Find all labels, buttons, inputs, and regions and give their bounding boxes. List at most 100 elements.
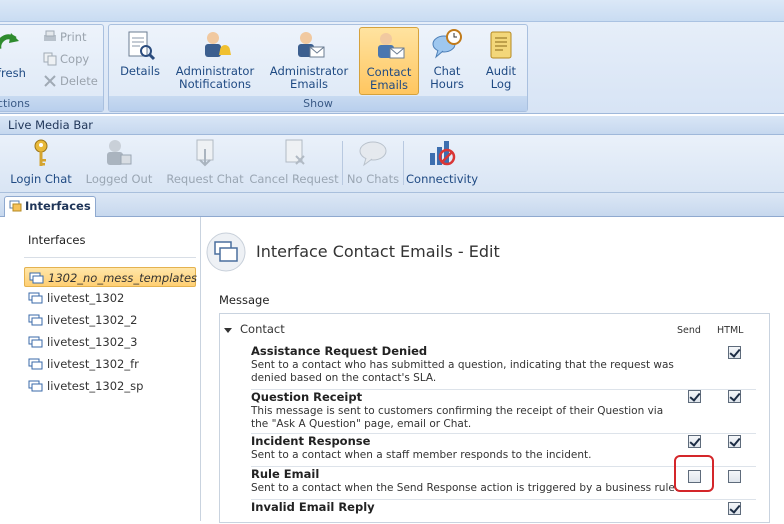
connectivity-icon (430, 141, 456, 166)
email-row: Question Receipt This message is sent to… (251, 390, 756, 434)
connectivity-button[interactable]: Connectivity (406, 137, 479, 191)
tab-strip: Interfaces (0, 193, 784, 217)
delete-label: Delete (60, 74, 98, 88)
request-chat-icon (196, 139, 214, 167)
details-label: Details (120, 64, 160, 78)
interface-icon (29, 272, 44, 284)
cancel-request-label: Cancel Request (249, 172, 339, 186)
email-row-title: Rule Email (251, 467, 320, 481)
login-chat-label: Login Chat (10, 172, 72, 186)
audit-log-icon (490, 31, 512, 59)
no-chats-button[interactable]: No Chats (346, 137, 400, 191)
refresh-button[interactable]: fresh (0, 66, 26, 80)
interface-icon (28, 336, 43, 348)
request-chat-label: Request Chat (166, 172, 244, 186)
interface-item-label: livetest_1302_3 (47, 335, 138, 349)
red-highlight-annotation (674, 455, 714, 492)
refresh-icon (0, 33, 19, 49)
interfaces-list-title: Interfaces (28, 233, 86, 247)
chat-hours-label-2: Hours (430, 77, 464, 91)
collapse-arrow-icon[interactable] (224, 328, 232, 333)
send-checkbox[interactable] (688, 390, 701, 403)
no-chats-label: No Chats (346, 172, 400, 186)
media-bar: Login Chat Logged Out Request Chat Cance… (0, 135, 784, 193)
send-column-header: Send (677, 325, 701, 336)
html-checkbox[interactable] (728, 435, 741, 448)
actions-group-label: ctions (0, 96, 103, 111)
login-chat-button[interactable]: Login Chat (10, 137, 72, 191)
window-title-bar (0, 0, 784, 22)
html-checkbox[interactable] (728, 346, 741, 359)
contact-emails-label-2: Emails (370, 78, 408, 92)
interfaces-list-panel: Interfaces 1302_no_mess_templates livete… (0, 217, 200, 521)
logged-out-button[interactable]: Logged Out (84, 137, 154, 191)
media-bar-title: Live Media Bar (0, 116, 784, 135)
message-section-label: Message (219, 293, 270, 307)
interface-item-label: livetest_1302_fr (47, 357, 139, 371)
interface-item[interactable]: livetest_1302 (24, 288, 196, 308)
interface-icon (28, 314, 43, 326)
tab-interfaces[interactable]: Interfaces (4, 196, 96, 217)
key-icon (34, 139, 48, 166)
administrator-notifications-button[interactable]: Administrator Notifications (173, 27, 257, 95)
panel-splitter[interactable] (200, 217, 201, 521)
administrator-emails-button[interactable]: Administrator Emails (267, 27, 351, 95)
actions-group: fresh Print Copy Delete ctions (0, 24, 104, 112)
interface-item[interactable]: livetest_1302_fr (24, 354, 196, 374)
interface-item[interactable]: livetest_1302_2 (24, 310, 196, 330)
page-title: Interface Contact Emails - Edit (256, 242, 500, 261)
email-row-description: Sent to a contact when the Send Response… (251, 482, 679, 494)
logged-out-user-icon (107, 140, 132, 165)
email-row-title: Question Receipt (251, 390, 363, 404)
html-column-header: HTML (717, 325, 744, 336)
interface-page-icon (206, 232, 246, 272)
interface-icon (28, 380, 43, 392)
chat-hours-button[interactable]: Chat Hours (425, 27, 469, 95)
send-checkbox[interactable] (688, 435, 701, 448)
print-icon (44, 30, 56, 41)
print-button[interactable]: Print (43, 27, 86, 47)
admin-emails-icon (298, 32, 325, 58)
delete-button[interactable]: Delete (43, 71, 98, 91)
admin-notifications-icon (205, 32, 231, 57)
interface-item[interactable]: 1302_no_mess_templates (24, 267, 198, 287)
cancel-request-icon (285, 139, 305, 165)
email-row-title: Incident Response (251, 434, 371, 448)
contact-emails-button[interactable]: Contact Emails (359, 27, 419, 95)
copy-icon (43, 52, 57, 66)
interface-item-label: 1302_no_mess_templates (48, 271, 198, 285)
delete-icon (44, 75, 56, 87)
html-checkbox[interactable] (728, 390, 741, 403)
interface-item-label: livetest_1302 (47, 291, 125, 305)
admin-notifications-label-2: Notifications (179, 77, 251, 91)
interface-item[interactable]: livetest_1302_sp (24, 376, 196, 396)
email-row: Assistance Request Denied Sent to a cont… (251, 344, 756, 390)
details-icon (128, 31, 156, 61)
html-checkbox[interactable] (728, 470, 741, 483)
cancel-request-button[interactable]: Cancel Request (249, 137, 339, 191)
interface-icon (28, 358, 43, 370)
details-button[interactable]: Details (115, 27, 165, 95)
show-group-label: Show (109, 96, 527, 111)
email-row-description: This message is sent to customers confir… (251, 405, 664, 430)
email-row-title: Invalid Email Reply (251, 500, 375, 514)
chat-bubble-icon (359, 141, 387, 167)
show-group: Details Administrator Notifications Admi… (108, 24, 528, 112)
interface-item-label: livetest_1302_sp (47, 379, 144, 393)
connectivity-label: Connectivity (406, 172, 479, 186)
audit-log-button[interactable]: Audit Log (479, 27, 523, 95)
admin-emails-label-2: Emails (290, 77, 328, 91)
email-row: Invalid Email Reply (251, 500, 756, 524)
copy-button[interactable]: Copy (43, 49, 89, 69)
html-checkbox[interactable] (728, 502, 741, 515)
interface-icon (28, 292, 43, 304)
tab-interfaces-label: Interfaces (25, 199, 91, 213)
request-chat-button[interactable]: Request Chat (165, 137, 245, 191)
print-label: Print (60, 30, 87, 44)
email-row-description: Sent to a contact who has submitted a qu… (251, 359, 674, 384)
interface-item[interactable]: livetest_1302_3 (24, 332, 196, 352)
logged-out-label: Logged Out (85, 172, 153, 186)
interface-item-label: livetest_1302_2 (47, 313, 138, 327)
email-row-description: Sent to a contact when a staff member re… (251, 449, 592, 461)
copy-label: Copy (60, 52, 90, 66)
